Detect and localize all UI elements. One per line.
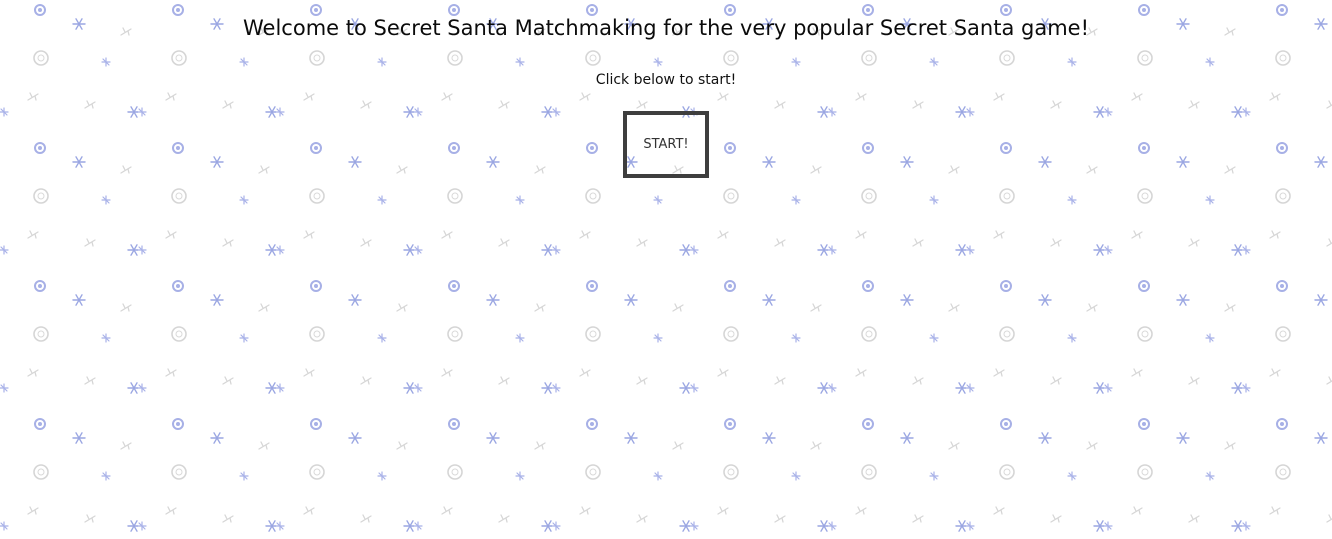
main-content: Welcome to Secret Santa Matchmaking for … — [0, 0, 1332, 178]
start-instruction: Click below to start! — [595, 72, 737, 88]
start-button[interactable]: START! — [623, 111, 709, 178]
page-title: Welcome to Secret Santa Matchmaking for … — [243, 16, 1089, 40]
